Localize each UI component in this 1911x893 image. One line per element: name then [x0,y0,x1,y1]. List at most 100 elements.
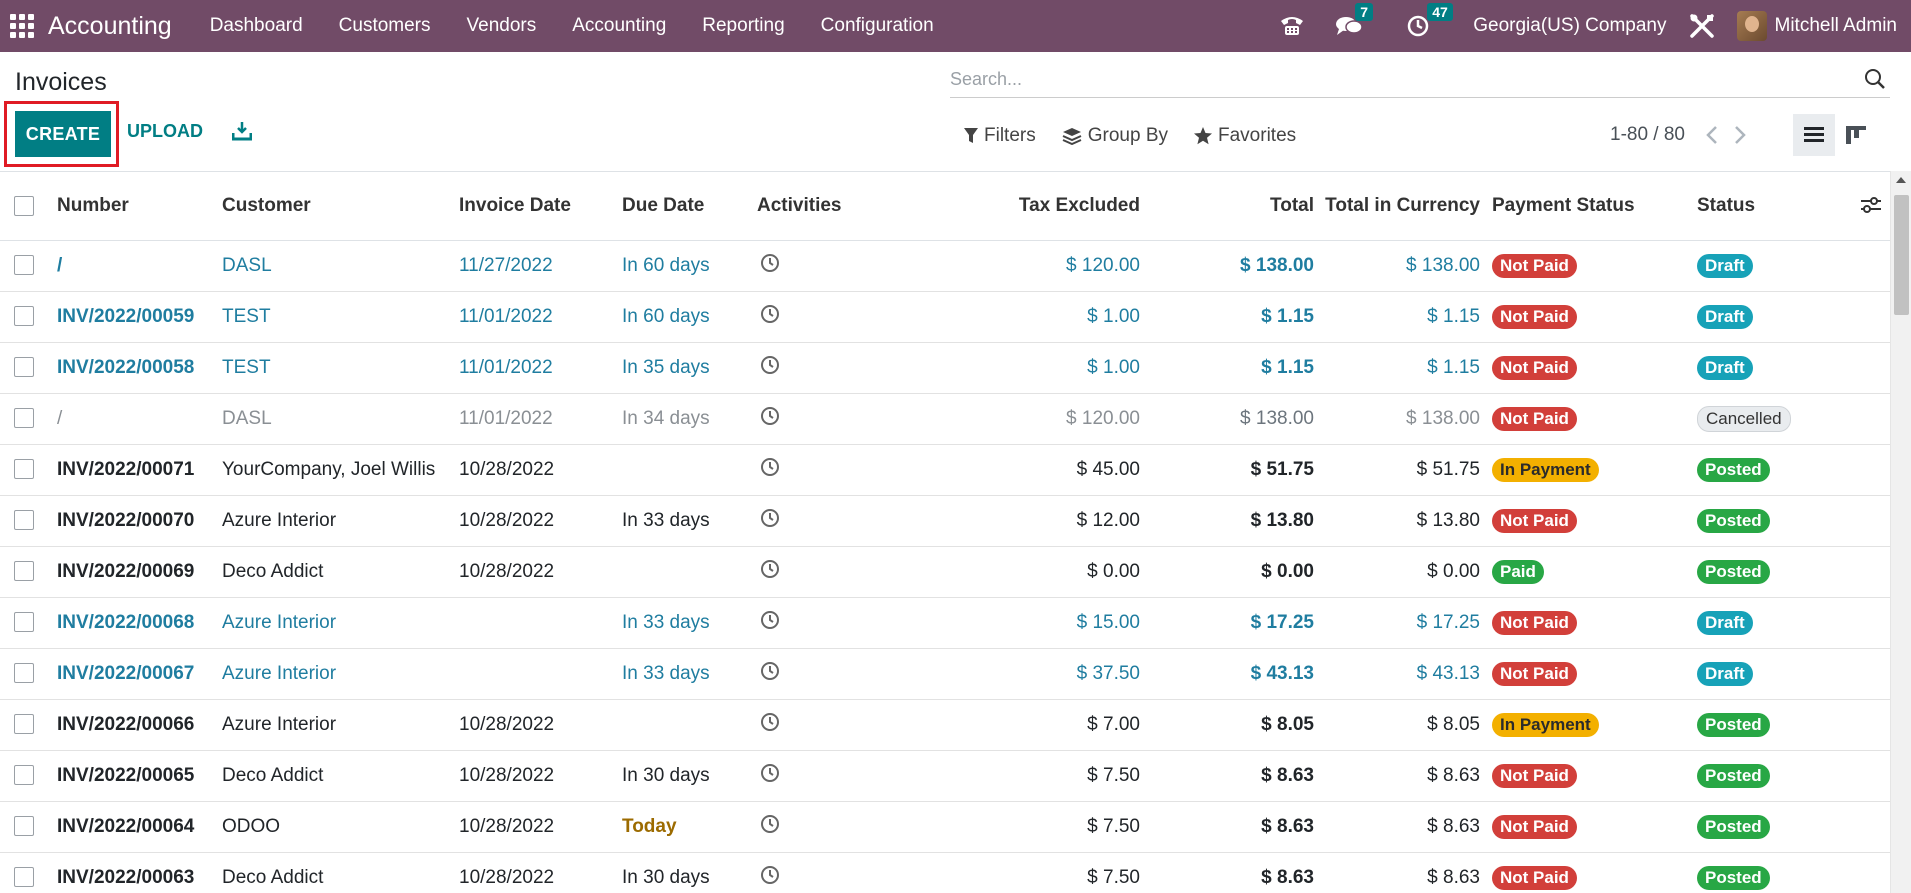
invoice-number[interactable]: INV/2022/00069 [57,546,222,598]
invoice-number[interactable]: INV/2022/00059 [57,291,222,343]
invoice-customer[interactable]: Deco Addict [222,852,459,893]
invoice-number[interactable]: / [57,393,222,445]
invoice-date[interactable]: 10/28/2022 [459,495,622,547]
row-checkbox[interactable] [14,357,34,378]
filters-button[interactable]: Filters [964,125,1036,147]
row-checkbox[interactable] [14,765,34,786]
invoice-number[interactable]: INV/2022/00064 [57,801,222,853]
invoice-tax-excluded[interactable]: $ 15.00 [910,597,1150,649]
upload-button[interactable]: UPLOAD [127,121,203,142]
table-row[interactable]: INV/2022/00059 TEST 11/01/2022 In 60 days $ … [0,291,1890,343]
invoice-customer[interactable]: Deco Addict [222,546,459,598]
invoice-total[interactable]: $ 1.15 [1150,291,1324,343]
invoice-tax-excluded[interactable]: $ 7.50 [910,852,1150,893]
menu-configuration[interactable]: Configuration [803,0,952,52]
activity-clock-icon[interactable] [760,610,780,636]
groupby-button[interactable]: Group By [1062,125,1168,147]
invoice-number[interactable]: INV/2022/00065 [57,750,222,802]
invoice-customer[interactable]: TEST [222,342,459,394]
activity-clock-icon[interactable] [760,814,780,840]
invoice-due-date-cell[interactable]: In 33 days [622,495,757,547]
row-checkbox[interactable] [14,714,34,735]
col-activities[interactable]: Activities [757,172,910,241]
invoice-total-currency[interactable]: $ 8.63 [1324,750,1492,802]
kanban-view-button[interactable] [1835,114,1877,156]
invoice-due-date-cell[interactable]: In 34 days [622,393,757,445]
invoice-number[interactable]: / [57,240,222,292]
favorites-button[interactable]: Favorites [1194,125,1296,147]
invoice-number[interactable]: INV/2022/00066 [57,699,222,751]
invoice-total[interactable]: $ 43.13 [1150,648,1324,700]
invoice-date[interactable]: 10/28/2022 [459,546,622,598]
invoice-total-currency[interactable]: $ 43.13 [1324,648,1492,700]
invoice-date[interactable]: 11/01/2022 [459,393,622,445]
menu-reporting[interactable]: Reporting [684,0,802,52]
table-row[interactable]: INV/2022/00063 Deco Addict 10/28/2022 In 30… [0,852,1890,893]
invoice-number[interactable]: INV/2022/00063 [57,852,222,893]
invoice-customer[interactable]: Azure Interior [222,597,459,649]
invoice-customer[interactable]: YourCompany, Joel Willis [222,444,459,496]
app-name[interactable]: Accounting [48,12,172,41]
invoice-customer[interactable]: DASL [222,240,459,292]
invoice-customer[interactable]: Deco Addict [222,750,459,802]
invoice-due-date-cell[interactable] [622,444,757,496]
invoice-total[interactable]: $ 17.25 [1150,597,1324,649]
invoice-customer[interactable]: Azure Interior [222,699,459,751]
invoice-date[interactable]: 10/28/2022 [459,444,622,496]
invoice-total-currency[interactable]: $ 0.00 [1324,546,1492,598]
invoice-number[interactable]: INV/2022/00058 [57,342,222,394]
invoice-tax-excluded[interactable]: $ 120.00 [910,393,1150,445]
invoice-tax-excluded[interactable]: $ 0.00 [910,546,1150,598]
search-input[interactable] [950,64,1830,94]
invoice-total-currency[interactable]: $ 138.00 [1324,393,1492,445]
invoice-customer[interactable]: Azure Interior [222,495,459,547]
activity-clock-icon[interactable] [760,406,780,432]
invoice-number[interactable]: INV/2022/00068 [57,597,222,649]
col-invoice-date[interactable]: Invoice Date [459,172,622,241]
invoice-tax-excluded[interactable]: $ 1.00 [910,291,1150,343]
invoice-tax-excluded[interactable]: $ 37.50 [910,648,1150,700]
invoice-due-date-cell[interactable]: Today [622,801,757,853]
activity-clock-icon[interactable] [760,865,780,891]
row-checkbox[interactable] [14,459,34,480]
invoice-total[interactable]: $ 1.15 [1150,342,1324,394]
invoice-date[interactable] [459,597,622,649]
activity-clock-icon[interactable] [760,457,780,483]
column-settings-icon[interactable] [1860,196,1882,220]
invoice-number[interactable]: INV/2022/00071 [57,444,222,496]
invoice-tax-excluded[interactable]: $ 7.50 [910,801,1150,853]
row-checkbox[interactable] [14,255,34,276]
row-checkbox[interactable] [14,306,34,327]
invoice-due-date-cell[interactable]: In 33 days [622,597,757,649]
pager-value[interactable]: 1-80 / 80 [1610,124,1685,146]
col-due-date[interactable]: Due Date [622,172,757,241]
table-row[interactable]: INV/2022/00069 Deco Addict 10/28/2022 $ 0.0… [0,546,1890,598]
company-switcher[interactable]: Georgia(US) Company [1473,15,1666,37]
pager-previous-icon[interactable] [1705,125,1719,145]
menu-customers[interactable]: Customers [321,0,449,52]
invoice-total-currency[interactable]: $ 51.75 [1324,444,1492,496]
invoice-due-date-cell[interactable]: In 35 days [622,342,757,394]
row-checkbox[interactable] [14,663,34,684]
invoice-customer[interactable]: DASL [222,393,459,445]
invoice-total[interactable]: $ 8.63 [1150,852,1324,893]
activity-clock-icon[interactable] [760,304,780,330]
invoice-tax-excluded[interactable]: $ 120.00 [910,240,1150,292]
invoice-total-currency[interactable]: $ 1.15 [1324,342,1492,394]
menu-vendors[interactable]: Vendors [449,0,555,52]
download-icon[interactable] [231,121,253,146]
invoice-total[interactable]: $ 8.63 [1150,750,1324,802]
invoice-total[interactable]: $ 8.05 [1150,699,1324,751]
search-icon[interactable] [1864,68,1886,95]
invoice-date[interactable]: 10/28/2022 [459,750,622,802]
table-row[interactable]: INV/2022/00067 Azure Interior In 33 days $ … [0,648,1890,700]
invoice-customer[interactable]: ODOO [222,801,459,853]
invoice-number[interactable]: INV/2022/00070 [57,495,222,547]
row-checkbox[interactable] [14,561,34,582]
invoice-due-date-cell[interactable]: In 33 days [622,648,757,700]
table-row[interactable]: INV/2022/00064 ODOO 10/28/2022 Today $ 7.50 $… [0,801,1890,853]
row-checkbox[interactable] [14,408,34,429]
invoice-tax-excluded[interactable]: $ 7.00 [910,699,1150,751]
invoice-total[interactable]: $ 13.80 [1150,495,1324,547]
col-total-currency[interactable]: Total in Currency [1324,172,1492,241]
